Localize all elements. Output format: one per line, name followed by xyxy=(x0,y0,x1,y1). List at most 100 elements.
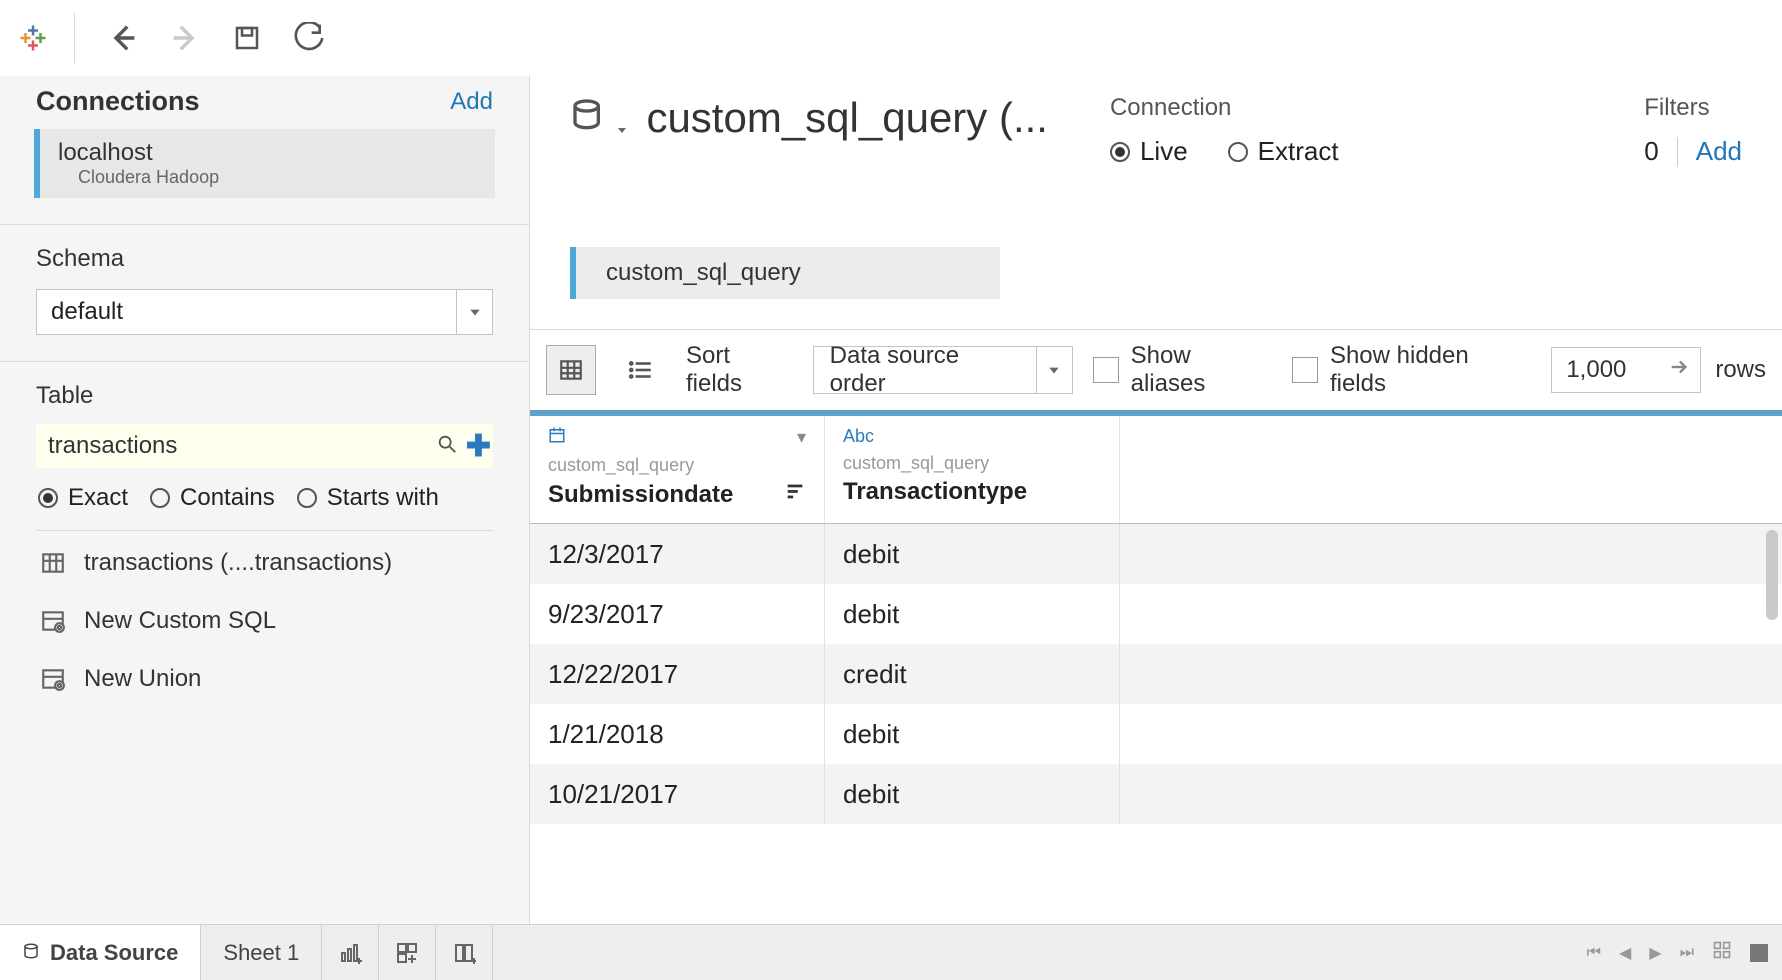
nav-last-icon[interactable]: ⏭ xyxy=(1680,944,1694,962)
cell-date: 12/22/2017 xyxy=(530,644,825,704)
logical-table-pill[interactable]: custom_sql_query xyxy=(570,247,1000,299)
show-hidden-label: Show hidden fields xyxy=(1330,342,1531,398)
chevron-down-icon xyxy=(456,290,492,334)
show-aliases-label: Show aliases xyxy=(1131,342,1272,398)
table-icon xyxy=(38,550,68,576)
nav-prev-icon[interactable]: ◀ xyxy=(1619,943,1631,963)
table-row[interactable]: 1/21/2018 debit xyxy=(530,704,1782,764)
connection-heading: Connection xyxy=(1110,94,1339,122)
grid-mode-button[interactable] xyxy=(546,345,596,395)
table-item-new-union[interactable]: New Union xyxy=(38,665,491,693)
schema-heading: Schema xyxy=(36,245,493,273)
datasource-title[interactable]: custom_sql_query (... xyxy=(646,94,1048,142)
tab-label: Data Source xyxy=(50,940,178,966)
match-exact-radio[interactable]: Exact xyxy=(38,484,128,512)
match-contains-label: Contains xyxy=(180,484,275,512)
grid-toolbar: Sort fields Data source order Show alias… xyxy=(530,329,1782,410)
plus-icon[interactable]: ✚ xyxy=(466,429,491,464)
connection-extract-label: Extract xyxy=(1258,136,1339,167)
grid-tiny-icon[interactable] xyxy=(1712,940,1732,965)
sort-fields-value: Data source order xyxy=(830,342,1022,398)
forward-button[interactable] xyxy=(163,16,207,60)
cell-date: 12/3/2017 xyxy=(530,524,825,584)
table-row[interactable]: 12/22/2017 credit xyxy=(530,644,1782,704)
main-panel: custom_sql_query (... Connection Live Ex… xyxy=(530,76,1782,924)
column-name: Transactiontype xyxy=(843,478,1027,506)
top-toolbar xyxy=(0,0,1782,76)
data-grid: ▾ custom_sql_query Submissiondate Abc cu… xyxy=(530,410,1782,924)
bottom-tab-bar: Data Source Sheet 1 ⏮ ◀ ▶ ⏭ xyxy=(0,924,1782,980)
tab-data-source[interactable]: Data Source xyxy=(0,925,201,980)
column-header-transactiontype[interactable]: Abc custom_sql_query Transactiontype xyxy=(825,416,1120,523)
chevron-down-icon xyxy=(1036,347,1072,393)
tableau-logo-icon xyxy=(18,23,48,53)
column-source: custom_sql_query xyxy=(843,453,1101,474)
sort-fields-select[interactable]: Data source order xyxy=(813,346,1073,394)
rows-limit-value: 1,000 xyxy=(1566,356,1626,384)
schema-select[interactable]: default xyxy=(36,289,493,335)
connection-driver: Cloudera Hadoop xyxy=(58,167,477,188)
table-search-input[interactable]: transactions ✚ xyxy=(36,424,493,468)
sort-fields-label: Sort fields xyxy=(686,342,793,398)
table-item-custom-sql[interactable]: New Custom SQL xyxy=(38,607,491,635)
tab-label: Sheet 1 xyxy=(223,940,299,966)
filters-count: 0 xyxy=(1644,136,1658,167)
show-aliases-checkbox[interactable] xyxy=(1093,357,1119,383)
cell-date: 10/21/2017 xyxy=(530,764,825,824)
refresh-button[interactable] xyxy=(287,16,331,60)
cell-type: debit xyxy=(825,524,1120,584)
arrow-right-icon xyxy=(1668,356,1690,385)
column-header-submissiondate[interactable]: ▾ custom_sql_query Submissiondate xyxy=(530,416,825,523)
cell-type: debit xyxy=(825,704,1120,764)
filters-add-link[interactable]: Add xyxy=(1696,136,1742,167)
schema-selected-value: default xyxy=(37,298,123,326)
table-search-value: transactions xyxy=(48,432,436,460)
cell-date: 9/23/2017 xyxy=(530,584,825,644)
chevron-down-icon[interactable]: ▾ xyxy=(797,427,806,448)
list-mode-button[interactable] xyxy=(616,345,666,395)
rows-label: rows xyxy=(1715,356,1766,384)
match-startswith-radio[interactable]: Starts with xyxy=(297,484,439,512)
nav-first-icon[interactable]: ⏮ xyxy=(1587,944,1601,962)
match-exact-label: Exact xyxy=(68,484,128,512)
table-item-label: New Union xyxy=(84,665,201,693)
match-contains-radio[interactable]: Contains xyxy=(150,484,275,512)
filters-heading: Filters xyxy=(1644,94,1742,122)
sort-icon[interactable] xyxy=(784,480,806,509)
new-worksheet-button[interactable] xyxy=(322,925,379,980)
column-name: Submissiondate xyxy=(548,481,733,509)
save-button[interactable] xyxy=(225,16,269,60)
connection-name: localhost xyxy=(58,139,477,167)
table-heading: Table xyxy=(36,382,493,410)
cell-type: debit xyxy=(825,764,1120,824)
table-gear-icon xyxy=(38,666,68,692)
connection-item-localhost[interactable]: localhost Cloudera Hadoop xyxy=(34,129,495,198)
nav-next-icon[interactable]: ▶ xyxy=(1649,943,1661,963)
rows-limit-input[interactable]: 1,000 xyxy=(1551,347,1701,393)
table-match-radios: Exact Contains Starts with xyxy=(36,468,493,531)
tab-sheet1[interactable]: Sheet 1 xyxy=(201,925,322,980)
logical-table-label: custom_sql_query xyxy=(606,259,801,287)
table-row[interactable]: 10/21/2017 debit xyxy=(530,764,1782,824)
show-hidden-checkbox[interactable] xyxy=(1292,357,1318,383)
abc-type-label: Abc xyxy=(843,426,1101,447)
table-item-transactions[interactable]: transactions (....transactions) xyxy=(38,549,491,577)
match-startswith-label: Starts with xyxy=(327,484,439,512)
add-connection-link[interactable]: Add xyxy=(450,88,493,116)
database-icon[interactable] xyxy=(570,96,628,141)
scrollbar-thumb[interactable] xyxy=(1766,530,1778,620)
connection-extract-radio[interactable]: Extract xyxy=(1228,136,1339,167)
calendar-icon xyxy=(548,426,566,449)
table-row[interactable]: 12/3/2017 debit xyxy=(530,524,1782,584)
show-filmstrip-icon[interactable] xyxy=(1750,944,1768,962)
column-source: custom_sql_query xyxy=(548,455,806,476)
cell-type: debit xyxy=(825,584,1120,644)
table-item-label: transactions (....transactions) xyxy=(84,549,392,577)
new-dashboard-button[interactable] xyxy=(379,925,436,980)
connection-live-radio[interactable]: Live xyxy=(1110,136,1188,167)
sheet-nav-controls: ⏮ ◀ ▶ ⏭ xyxy=(1587,925,1782,980)
table-gear-icon xyxy=(38,608,68,634)
table-row[interactable]: 9/23/2017 debit xyxy=(530,584,1782,644)
new-story-button[interactable] xyxy=(436,925,493,980)
back-button[interactable] xyxy=(101,16,145,60)
